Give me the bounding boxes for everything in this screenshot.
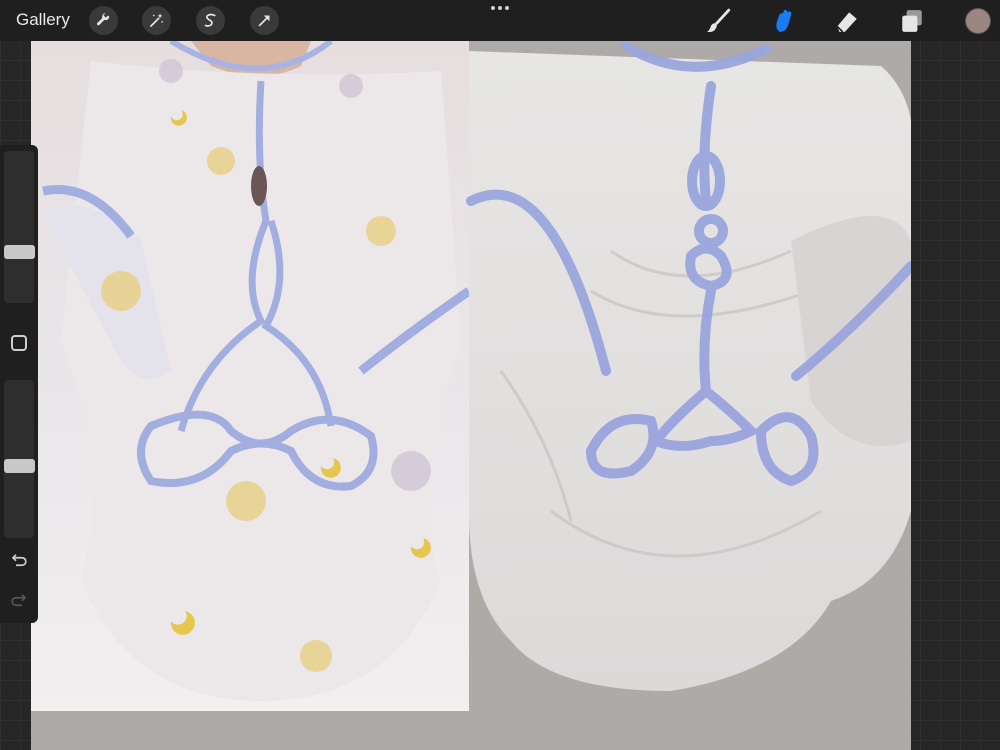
top-toolbar: Gallery — [0, 0, 1000, 41]
layers-icon — [902, 10, 922, 32]
transform-arrow-icon — [258, 15, 270, 27]
undo-icon — [11, 554, 27, 567]
selection-s-icon — [204, 13, 216, 27]
eraser-tool-button[interactable] — [832, 6, 862, 36]
eraser-icon — [836, 12, 857, 33]
brush-size-slider[interactable] — [4, 151, 34, 303]
drawing-canvas[interactable] — [31, 41, 911, 750]
brush-opacity-thumb[interactable] — [4, 459, 35, 473]
actions-button[interactable] — [89, 6, 118, 35]
brush-icon — [707, 8, 731, 33]
more-options-button[interactable] — [488, 2, 512, 14]
transform-button[interactable] — [250, 6, 279, 35]
reference-photo — [31, 41, 472, 711]
left-sidebar — [0, 145, 38, 623]
canvas-artwork — [31, 41, 911, 711]
adjustments-button[interactable] — [142, 6, 171, 35]
smudge-tool-button[interactable] — [768, 6, 798, 36]
color-picker-button[interactable] — [965, 8, 991, 34]
redo-icon — [11, 594, 27, 607]
smudge-icon — [776, 9, 792, 32]
wrench-icon — [96, 13, 110, 26]
magic-wand-icon — [149, 13, 164, 28]
undo-button[interactable] — [9, 550, 29, 570]
gallery-button[interactable]: Gallery — [16, 10, 70, 30]
layers-button[interactable] — [897, 6, 927, 36]
selection-button[interactable] — [196, 6, 225, 35]
dot-icon — [498, 6, 502, 10]
redo-button[interactable] — [9, 590, 29, 610]
modify-square-icon[interactable] — [11, 335, 27, 351]
brush-size-thumb[interactable] — [4, 245, 35, 259]
dot-icon — [491, 6, 495, 10]
dot-icon — [505, 6, 509, 10]
brush-tool-button[interactable] — [704, 6, 734, 36]
sketch-layer — [466, 41, 911, 691]
